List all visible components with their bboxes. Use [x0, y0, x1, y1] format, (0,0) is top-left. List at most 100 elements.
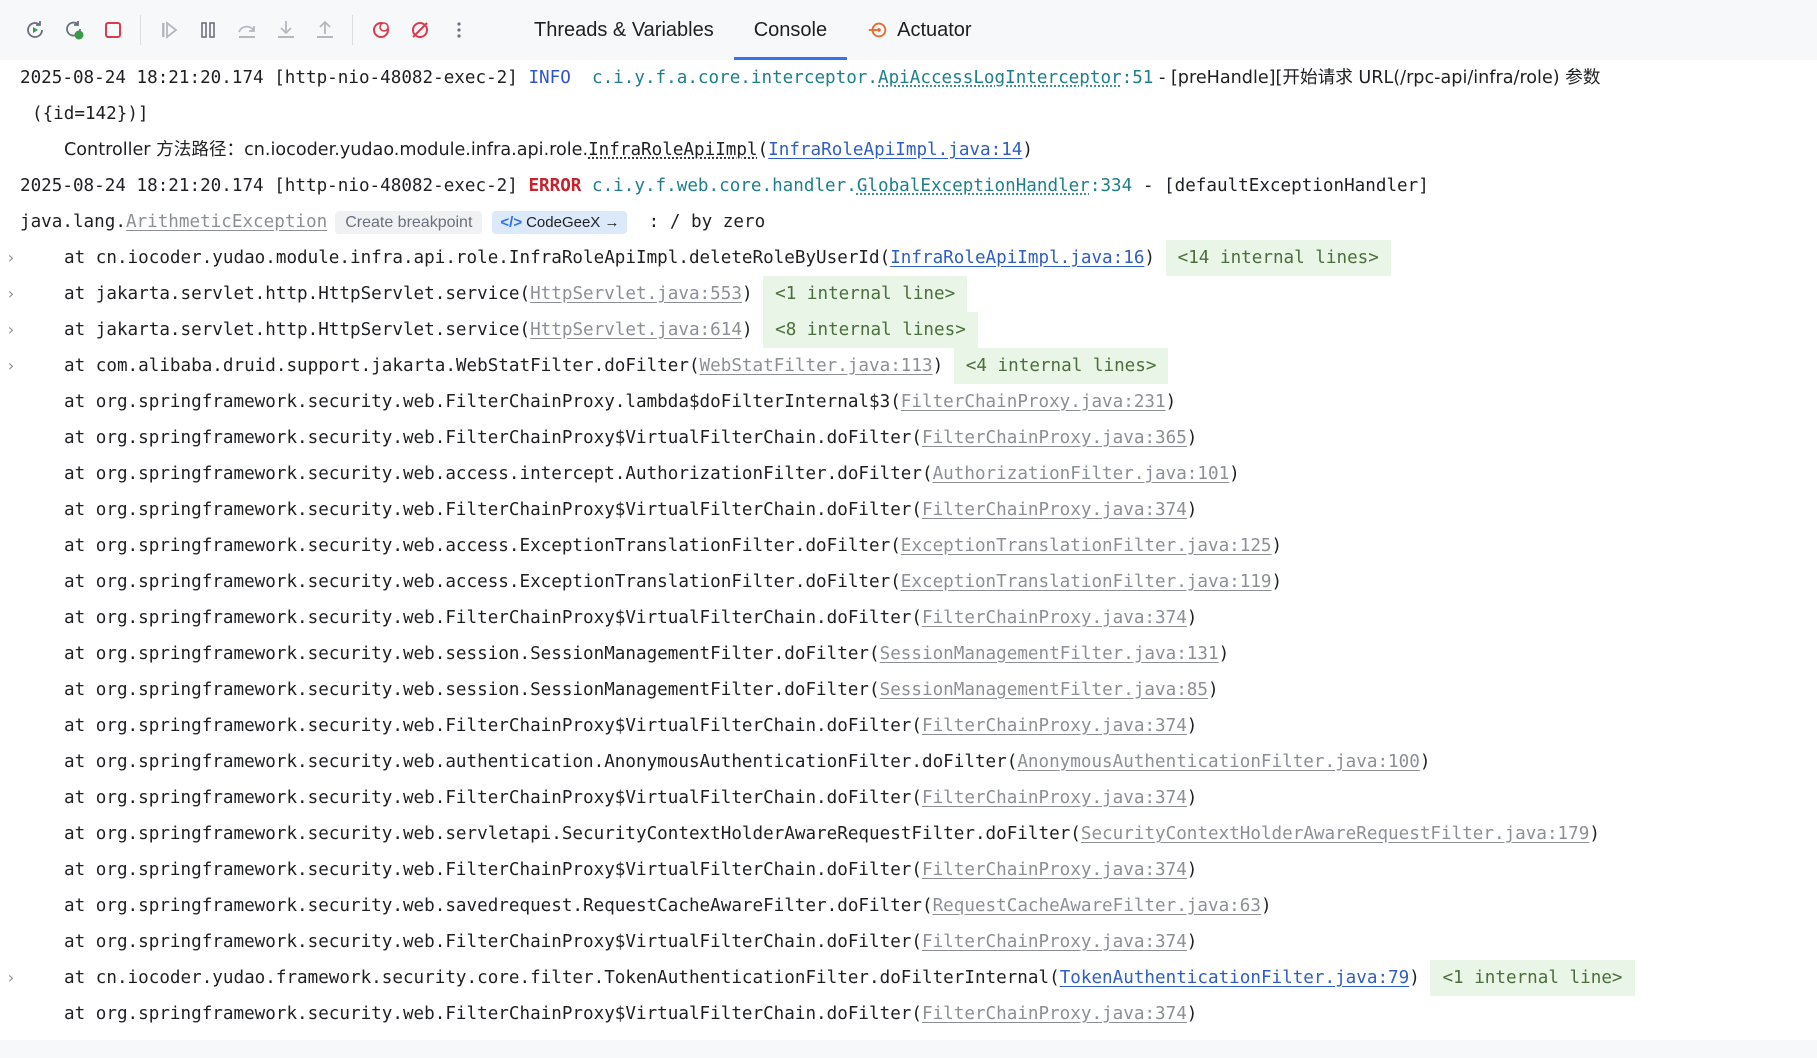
stack-frame-source-link[interactable]: FilterChainProxy.java:365	[922, 428, 1187, 448]
stack-frame-source-link[interactable]: FilterChainProxy.java:374	[922, 1004, 1187, 1024]
create-breakpoint-button[interactable]: Create breakpoint	[335, 211, 483, 234]
stack-frame-source-link[interactable]: FilterChainProxy.java:374	[922, 788, 1187, 808]
controller-line: Controller 方法路径：cn.iocoder.yudao.module.…	[0, 132, 1817, 168]
view-breakpoints-icon[interactable]	[364, 13, 398, 47]
stack-frame-method: at org.springframework.security.web.Filt…	[64, 1004, 922, 1024]
stack-frame-source-link[interactable]: AnonymousAuthenticationFilter.java:100	[1017, 752, 1420, 772]
rerun-tests-icon[interactable]	[57, 13, 91, 47]
stack-frame-source-link[interactable]: SessionManagementFilter.java:131	[880, 644, 1219, 664]
stack-frame: at org.springframework.security.web.Filt…	[0, 780, 1817, 816]
expand-chevron-icon[interactable]: ›	[6, 960, 20, 996]
logger-prefix: c.i.y.f.web.core.handler.	[592, 176, 857, 196]
controller-class-link[interactable]: InfraRoleApiImpl	[588, 140, 757, 160]
stack-frame-method: at jakarta.servlet.http.HttpServlet.serv…	[64, 320, 531, 340]
internal-lines-folding[interactable]: <1 internal line>	[763, 276, 968, 312]
stack-frame-source-link[interactable]: InfraRoleApiImpl.java:16	[890, 248, 1144, 268]
expand-chevron-icon[interactable]: ›	[6, 348, 20, 384]
expand-chevron-icon[interactable]: ›	[6, 240, 20, 276]
stack-frame-content: at org.springframework.security.web.Filt…	[64, 996, 1197, 1032]
stack-frame-source-link[interactable]: SessionManagementFilter.java:85	[880, 680, 1208, 700]
debug-tabs: Threads & Variables Console Actuator	[514, 0, 992, 60]
close-paren: )	[741, 320, 753, 340]
controller-close-paren: )	[1022, 140, 1033, 160]
stack-frame-source-link[interactable]: ExceptionTranslationFilter.java:119	[901, 572, 1272, 592]
internal-lines-folding[interactable]: <14 internal lines>	[1165, 240, 1391, 276]
close-paren: )	[1419, 752, 1431, 772]
stack-frame-source-link[interactable]: FilterChainProxy.java:374	[922, 716, 1187, 736]
stack-frame-source-link[interactable]: ExceptionTranslationFilter.java:125	[901, 536, 1272, 556]
close-paren: )	[1271, 572, 1283, 592]
stack-frame-source-link[interactable]: HttpServlet.java:614	[530, 320, 742, 340]
stack-frame: at org.springframework.security.web.Filt…	[0, 420, 1817, 456]
stack-frame: at org.springframework.security.web.acce…	[0, 528, 1817, 564]
toolbar-separator	[140, 15, 141, 45]
logger-class-link[interactable]: GlobalExceptionHandler	[857, 176, 1090, 196]
log-line-content: 2025-08-24 18:21:20.174 [http-nio-48082-…	[20, 168, 1429, 204]
stack-frame-source-link[interactable]: TokenAuthenticationFilter.java:79	[1060, 968, 1410, 988]
stack-frame-source-link[interactable]: WebStatFilter.java:113	[700, 356, 933, 376]
step-into-icon[interactable]	[269, 13, 303, 47]
stack-frame-source-link[interactable]: AuthorizationFilter.java:101	[933, 464, 1230, 484]
console-bottom-edge	[0, 1040, 1817, 1058]
stack-frame-content: at org.springframework.security.web.Filt…	[64, 600, 1197, 636]
expand-chevron-icon[interactable]: ›	[6, 276, 20, 312]
log-message: - [defaultExceptionHandler]	[1132, 176, 1429, 196]
close-paren: )	[1144, 248, 1156, 268]
log-line-content: 2025-08-24 18:21:20.174 [http-nio-48082-…	[20, 60, 1600, 96]
more-options-icon[interactable]	[442, 13, 476, 47]
tab-threads-variables[interactable]: Threads & Variables	[514, 0, 734, 60]
exception-class-link[interactable]: ArithmeticException	[126, 212, 327, 232]
stack-frame-source-link[interactable]: FilterChainProxy.java:374	[922, 500, 1187, 520]
tab-actuator[interactable]: Actuator	[847, 0, 991, 60]
stack-frame-source-link[interactable]: FilterChainProxy.java:231	[901, 392, 1166, 412]
exception-line: java.lang.ArithmeticException Create brea…	[0, 204, 1817, 240]
expand-chevron-icon[interactable]: ›	[6, 312, 20, 348]
close-paren: )	[1186, 500, 1198, 520]
logger-class-link[interactable]: ApiAccessLogInterceptor	[878, 68, 1122, 88]
step-over-icon[interactable]	[230, 13, 264, 47]
tab-console[interactable]: Console	[733, 0, 848, 60]
stack-frame-content: at org.springframework.security.web.auth…	[64, 744, 1430, 780]
stack-frame-source-link[interactable]: FilterChainProxy.java:374	[922, 860, 1187, 880]
stack-frame: at org.springframework.security.web.Filt…	[0, 996, 1817, 1032]
stack-frame: at org.springframework.security.web.serv…	[0, 816, 1817, 852]
stack-frame-method: at org.springframework.security.web.Filt…	[64, 716, 922, 736]
close-paren: )	[932, 356, 944, 376]
controller-source-link[interactable]: InfraRoleApiImpl.java:14	[768, 140, 1022, 160]
close-paren: )	[1186, 428, 1198, 448]
rerun-icon[interactable]	[18, 13, 52, 47]
stack-frame-method: at org.springframework.security.web.Filt…	[64, 392, 901, 412]
exception-message: : / by zero	[648, 212, 766, 232]
controller-line-content: Controller 方法路径：cn.iocoder.yudao.module.…	[64, 132, 1033, 168]
stack-frame-source-link[interactable]: HttpServlet.java:553	[530, 284, 742, 304]
internal-lines-folding[interactable]: <8 internal lines>	[763, 312, 978, 348]
stack-frame: at org.springframework.security.web.save…	[0, 888, 1817, 924]
stack-frame: at org.springframework.security.web.acce…	[0, 564, 1817, 600]
stack-frame-content: at org.springframework.security.web.Filt…	[64, 420, 1197, 456]
stack-frame-content: at org.springframework.security.web.serv…	[64, 816, 1600, 852]
stack-frame-method: at org.springframework.security.web.serv…	[64, 824, 1081, 844]
stack-frame-source-link[interactable]: RequestCacheAwareFilter.java:63	[933, 896, 1261, 916]
close-paren: )	[1186, 932, 1198, 952]
pause-icon[interactable]	[191, 13, 225, 47]
codegeex-button[interactable]: </> CodeGeeX →	[492, 211, 628, 234]
stack-frame-source-link[interactable]: FilterChainProxy.java:374	[922, 608, 1187, 628]
stack-frame: at org.springframework.security.web.Filt…	[0, 708, 1817, 744]
stack-frame-method: at org.springframework.security.web.auth…	[64, 752, 1018, 772]
console-output[interactable]: 2025-08-24 18:21:20.174 [http-nio-48082-…	[0, 60, 1817, 1058]
stack-frame-method: at com.alibaba.druid.support.jakarta.Web…	[64, 356, 700, 376]
step-out-icon[interactable]	[308, 13, 342, 47]
stack-frame: › at com.alibaba.druid.support.jakarta.We…	[0, 348, 1817, 384]
stack-frame-source-link[interactable]: SecurityContextHolderAwareRequestFilter.…	[1081, 824, 1589, 844]
internal-lines-folding[interactable]: <1 internal line>	[1430, 960, 1635, 996]
resume-icon[interactable]	[152, 13, 186, 47]
mute-breakpoints-icon[interactable]	[403, 13, 437, 47]
stack-frame-content: at cn.iocoder.yudao.module.infra.api.rol…	[64, 240, 1391, 276]
log-line-continuation: ({id=142})]	[0, 96, 1817, 132]
stack-frame-content: at org.springframework.security.web.acce…	[64, 528, 1282, 564]
stack-frame: at org.springframework.security.web.acce…	[0, 456, 1817, 492]
stop-icon[interactable]	[96, 13, 130, 47]
internal-lines-folding[interactable]: <4 internal lines>	[953, 348, 1169, 384]
close-paren: )	[1409, 968, 1420, 988]
stack-frame-source-link[interactable]: FilterChainProxy.java:374	[922, 932, 1187, 952]
